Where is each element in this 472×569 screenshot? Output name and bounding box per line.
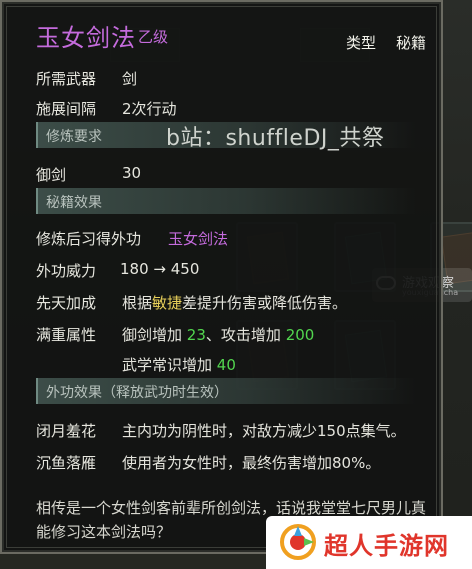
power-value: 180 → 450 bbox=[120, 260, 200, 278]
effect2-value: 使用者为女性时，最终伤害增加80%。 bbox=[122, 454, 381, 472]
innate-key-row: 先天加成 bbox=[36, 292, 96, 313]
weapon-value: 剑 bbox=[122, 70, 138, 88]
full-bonus-line-1: 御剑增加 23、攻击增加 200 bbox=[122, 324, 314, 345]
skill-name: 玉女剑法 bbox=[36, 24, 136, 52]
interval-value-row: 2次行动 bbox=[122, 98, 177, 119]
effect2-key: 沉鱼落雁 bbox=[36, 454, 97, 472]
skill-tooltip: 玉女剑法 乙级 类型 秘籍 所需武器 剑 施展间隔 2次行动 修炼要求 御剑 3… bbox=[0, 0, 443, 554]
interval-key: 施展间隔 bbox=[36, 100, 97, 118]
type-label: 类型 bbox=[346, 34, 377, 52]
bonus-label: 、攻击增加 bbox=[205, 326, 281, 344]
training-section-title: 修炼要求 bbox=[46, 129, 102, 145]
learn-key: 修炼后习得外功 bbox=[36, 230, 142, 248]
interval-row: 施展间隔 bbox=[36, 98, 96, 119]
effect2-value-row: 使用者为女性时，最终伤害增加80%。 bbox=[122, 452, 380, 473]
learn-key-row: 修炼后习得外功 bbox=[36, 228, 141, 249]
external-section-title: 外功效果（释放武功时生效） bbox=[46, 385, 228, 401]
effect2-key-row: 沉鱼落雁 bbox=[36, 452, 96, 473]
innate-key: 先天加成 bbox=[36, 294, 97, 312]
effect1-value: 主内功为阴性时，对敌方减少150点集气。 bbox=[122, 422, 406, 440]
innate-attribute: 敏捷 bbox=[152, 294, 183, 312]
power-key: 外功威力 bbox=[36, 262, 97, 280]
uploader-watermark: b站：shuffleDJ_共祭 bbox=[166, 126, 385, 151]
effect1-key-row: 闭月羞花 bbox=[36, 420, 96, 441]
secret-section-title: 秘籍效果 bbox=[46, 195, 102, 211]
site-logo-icon bbox=[280, 524, 316, 560]
full-key: 满重属性 bbox=[36, 326, 97, 344]
site-logo-text: 超人手游网 bbox=[324, 532, 449, 560]
innate-value-row: 根据敏捷差提升伤害或降低伤害。 bbox=[122, 292, 347, 313]
power-value-row: 180 → 450 bbox=[120, 260, 199, 278]
bonus-label: 武学常识增加 bbox=[122, 356, 213, 374]
effect1-value-row: 主内功为阴性时，对敌方减少150点集气。 bbox=[122, 420, 406, 441]
bonus-value: 200 bbox=[285, 326, 315, 344]
learned-skill-name: 玉女剑法 bbox=[168, 230, 229, 248]
weapon-row: 所需武器 bbox=[36, 68, 96, 89]
bonus-value: 23 bbox=[186, 326, 206, 344]
interval-value: 2次行动 bbox=[122, 100, 177, 118]
requirement-key: 御剑 bbox=[36, 166, 67, 184]
skill-grade: 乙级 bbox=[138, 28, 169, 46]
requirement-value: 30 bbox=[122, 164, 142, 182]
power-key-row: 外功威力 bbox=[36, 260, 96, 281]
bonus-label: 御剑增加 bbox=[122, 326, 183, 344]
full-key-row: 满重属性 bbox=[36, 324, 96, 345]
learn-value-row: 玉女剑法 bbox=[168, 228, 228, 249]
external-section-header: 外功效果（释放武功时生效） bbox=[36, 378, 416, 404]
effect1-key: 闭月羞花 bbox=[36, 422, 97, 440]
secret-section-header: 秘籍效果 bbox=[36, 188, 416, 214]
req-key-row: 御剑 bbox=[36, 164, 66, 185]
bonus-value: 40 bbox=[216, 356, 236, 374]
weapon-value-row: 剑 bbox=[122, 68, 137, 89]
req-value-row: 30 bbox=[122, 164, 141, 182]
innate-post: 差提升伤害或降低伤害。 bbox=[182, 294, 348, 312]
site-logo: 超人手游网 bbox=[266, 516, 472, 569]
full-bonus-line-2: 武学常识增加 40 bbox=[122, 354, 236, 375]
innate-pre: 根据 bbox=[122, 294, 153, 312]
type-value: 秘籍 bbox=[396, 34, 427, 52]
weapon-key: 所需武器 bbox=[36, 70, 97, 88]
